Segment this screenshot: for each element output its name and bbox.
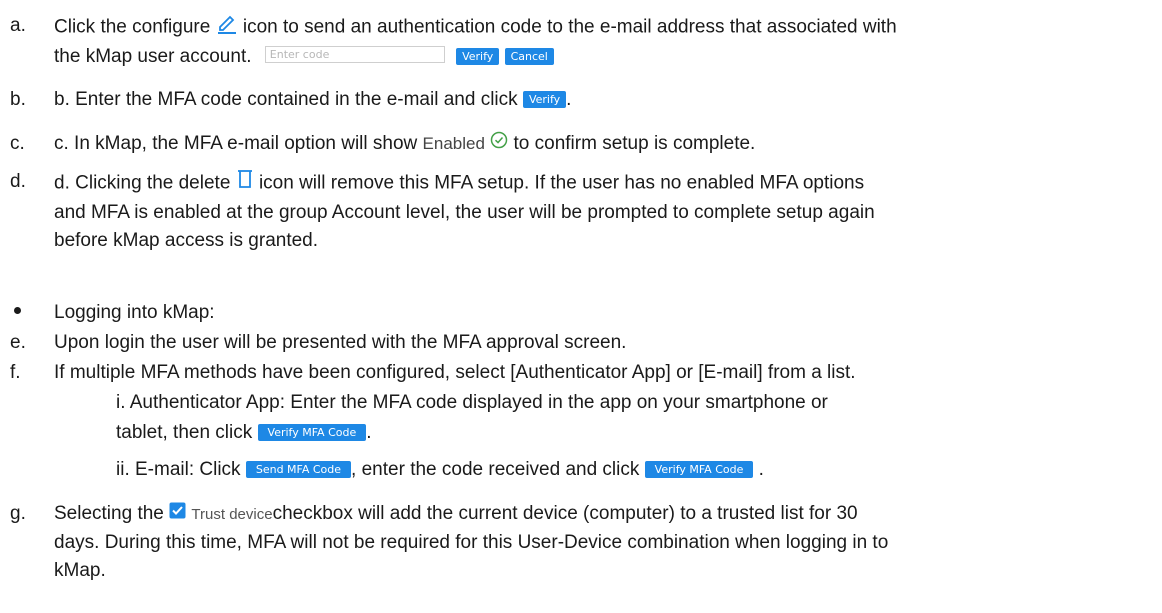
list-item-text: Click the configure icon to send an auth…	[54, 12, 1150, 71]
verify-button: Verify	[456, 48, 500, 65]
list-item-text: Logging into kMap:	[54, 302, 215, 323]
check-circle-icon	[490, 130, 508, 158]
verify-mfa-code-button: Verify MFA Code	[644, 461, 754, 478]
list-item-text: If multiple MFA methods have been config…	[54, 362, 856, 383]
list-marker: f.	[10, 362, 21, 383]
code-input: Enter code	[264, 46, 445, 63]
list-marker: a.	[10, 15, 26, 36]
list-marker: c.	[10, 133, 25, 154]
cancel-button: Cancel	[504, 48, 554, 65]
list-item-text: Upon login the user will be presented wi…	[54, 332, 627, 353]
sub-item-text: ii. E-mail: Click Send MFA Code, enter t…	[116, 459, 764, 480]
list-item-text: Selecting the Trust devicecheckbox will …	[54, 500, 1150, 585]
verify-button: Verify	[522, 91, 567, 108]
instruction-document: a. Click the configure icon to send an a…	[0, 0, 1162, 613]
trust-device-label: Trust device	[191, 506, 273, 524]
list-marker: d.	[10, 171, 26, 192]
trash-icon	[236, 168, 254, 199]
send-mfa-code-button: Send MFA Code	[245, 461, 352, 478]
sub-item-text: i. Authenticator App: Enter the MFA code…	[116, 392, 828, 443]
pencil-icon	[216, 12, 238, 43]
list-marker: e.	[10, 332, 26, 353]
bullet-marker	[10, 299, 50, 327]
enabled-status: Enabled	[422, 134, 485, 154]
list-marker: b.	[10, 89, 26, 110]
list-marker: g.	[10, 503, 26, 524]
list-item-text: d. Clicking the delete icon will remove …	[54, 168, 1150, 255]
list-item-text: c. In kMap, the MFA e-mail option will s…	[54, 130, 1150, 158]
list-item-text: b. Enter the MFA code contained in the e…	[54, 89, 572, 110]
verify-mfa-code-button: Verify MFA Code	[257, 424, 367, 441]
checkbox-checked-icon	[169, 500, 186, 528]
